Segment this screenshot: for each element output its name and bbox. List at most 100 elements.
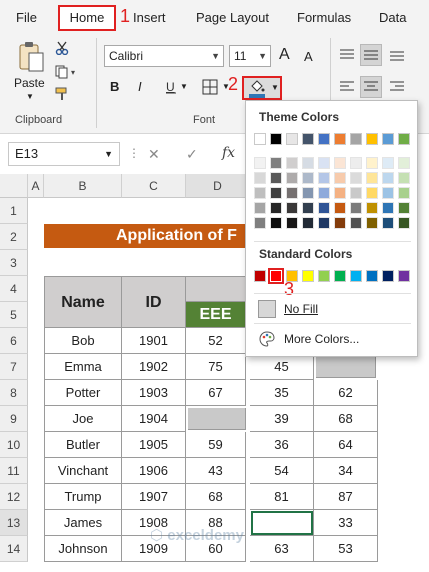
theme-shade-swatch[interactable] <box>318 172 330 184</box>
cell-e12[interactable]: 81 <box>250 484 314 510</box>
theme-color-swatch[interactable] <box>382 133 394 145</box>
tab-home[interactable]: Home <box>58 5 116 31</box>
font-name-combo[interactable]: Calibri ▼ <box>104 45 224 67</box>
paste-label[interactable]: Paste <box>14 76 45 90</box>
theme-shade-swatch[interactable] <box>302 172 314 184</box>
borders-icon[interactable] <box>201 78 219 96</box>
standard-color-red-swatch[interactable] <box>268 268 284 284</box>
theme-shade-swatch[interactable] <box>382 172 394 184</box>
theme-shade-swatch[interactable] <box>350 157 362 169</box>
paste-chevron-icon[interactable]: ▼ <box>26 92 34 101</box>
underline-icon[interactable]: U <box>163 79 179 95</box>
theme-shade-swatch[interactable] <box>398 202 410 214</box>
fill-color-chevron-icon[interactable]: ▼ <box>271 83 279 92</box>
align-left-icon[interactable] <box>338 78 356 96</box>
theme-shade-swatch[interactable] <box>254 157 266 169</box>
enter-icon[interactable]: ✓ <box>186 146 198 163</box>
theme-shade-swatch[interactable] <box>270 202 282 214</box>
cell-id[interactable]: 1901 <box>122 328 186 354</box>
row-header[interactable]: 4 <box>0 276 28 302</box>
insert-function-icon[interactable]: fx <box>222 145 235 161</box>
select-all-corner[interactable] <box>0 174 28 198</box>
font-size-chevron-icon[interactable]: ▼ <box>258 46 267 66</box>
theme-shade-swatch[interactable] <box>366 187 378 199</box>
theme-shade-swatch[interactable] <box>286 172 298 184</box>
cell-name[interactable]: Vinchant <box>44 458 122 484</box>
row-header[interactable]: 7 <box>0 354 28 380</box>
row-header[interactable]: 12 <box>0 484 28 510</box>
theme-shade-swatch[interactable] <box>254 217 266 229</box>
cell-f12[interactable]: 87 <box>314 484 378 510</box>
cell-eee[interactable]: 59 <box>186 432 246 458</box>
format-painter-icon[interactable] <box>54 86 70 102</box>
theme-color-swatch[interactable] <box>270 133 282 145</box>
more-colors-option[interactable]: More Colors... <box>284 332 359 346</box>
theme-shade-swatch[interactable] <box>334 202 346 214</box>
theme-shade-swatch[interactable] <box>318 217 330 229</box>
cell-name[interactable]: Potter <box>44 380 122 406</box>
align-right-icon[interactable] <box>388 78 406 96</box>
theme-shade-swatch[interactable] <box>254 187 266 199</box>
standard-color-swatch[interactable] <box>366 270 378 282</box>
cell-d-gray[interactable] <box>188 408 246 430</box>
align-middle-icon[interactable] <box>360 44 382 66</box>
tab-formulas[interactable]: Formulas <box>297 10 351 25</box>
theme-shade-swatch[interactable] <box>350 202 362 214</box>
fill-color-button[interactable]: ▼ <box>242 76 282 100</box>
cell-id[interactable]: 1907 <box>122 484 186 510</box>
column-header-b[interactable]: B <box>44 174 122 198</box>
theme-color-swatch[interactable] <box>398 133 410 145</box>
cell-e10[interactable]: 36 <box>250 432 314 458</box>
theme-shade-swatch[interactable] <box>302 157 314 169</box>
theme-shade-swatch[interactable] <box>398 217 410 229</box>
theme-shade-swatch[interactable] <box>318 187 330 199</box>
theme-shade-swatch[interactable] <box>318 157 330 169</box>
cell-name[interactable]: James <box>44 510 122 536</box>
cell-name[interactable]: Emma <box>44 354 122 380</box>
paste-icon[interactable] <box>14 40 48 76</box>
cell-f8[interactable]: 62 <box>314 380 378 406</box>
copy-icon[interactable]: ▾ <box>54 64 80 80</box>
column-header-d[interactable]: D <box>186 174 250 198</box>
row-header[interactable]: 9 <box>0 406 28 432</box>
theme-shade-swatch[interactable] <box>270 157 282 169</box>
palette-icon[interactable] <box>258 330 276 348</box>
cell-f9[interactable]: 68 <box>314 406 378 432</box>
column-header-a[interactable]: A <box>28 174 44 198</box>
cell-id[interactable]: 1905 <box>122 432 186 458</box>
standard-color-swatch[interactable] <box>398 270 410 282</box>
cell-e14[interactable]: 63 <box>250 536 314 562</box>
no-fill-icon[interactable] <box>258 300 276 318</box>
row-header[interactable]: 2 <box>0 224 28 250</box>
font-size-combo[interactable]: 11 ▼ <box>229 45 271 67</box>
standard-color-swatch[interactable] <box>350 270 362 282</box>
standard-color-swatch[interactable] <box>318 270 330 282</box>
cell-eee[interactable]: 75 <box>186 354 246 380</box>
cell-e9[interactable]: 39 <box>250 406 314 432</box>
theme-shade-swatch[interactable] <box>270 172 282 184</box>
theme-shade-swatch[interactable] <box>286 187 298 199</box>
name-box-chevron-icon[interactable]: ▼ <box>104 143 113 165</box>
theme-shade-swatch[interactable] <box>382 157 394 169</box>
cell-id[interactable]: 1903 <box>122 380 186 406</box>
theme-shade-swatch[interactable] <box>366 217 378 229</box>
theme-shade-swatch[interactable] <box>350 217 362 229</box>
theme-shade-swatch[interactable] <box>302 202 314 214</box>
cancel-icon[interactable]: ✕ <box>148 146 160 163</box>
cell-f14[interactable]: 53 <box>314 536 378 562</box>
theme-color-swatch[interactable] <box>286 133 298 145</box>
font-name-chevron-icon[interactable]: ▼ <box>211 46 220 66</box>
cell-eee[interactable]: 67 <box>186 380 246 406</box>
theme-shade-swatch[interactable] <box>302 217 314 229</box>
cell-e8[interactable]: 35 <box>250 380 314 406</box>
theme-shade-swatch[interactable] <box>382 217 394 229</box>
theme-shade-swatch[interactable] <box>382 187 394 199</box>
cell-eee[interactable]: 43 <box>186 458 246 484</box>
standard-color-swatch[interactable] <box>302 270 314 282</box>
cell-f7-gray[interactable] <box>316 356 376 378</box>
cell-f11[interactable]: 34 <box>314 458 378 484</box>
standard-color-swatch[interactable] <box>254 270 266 282</box>
cell-name[interactable]: Bob <box>44 328 122 354</box>
cell-e13-selected[interactable] <box>250 510 314 536</box>
row-header[interactable]: 13 <box>0 510 28 536</box>
